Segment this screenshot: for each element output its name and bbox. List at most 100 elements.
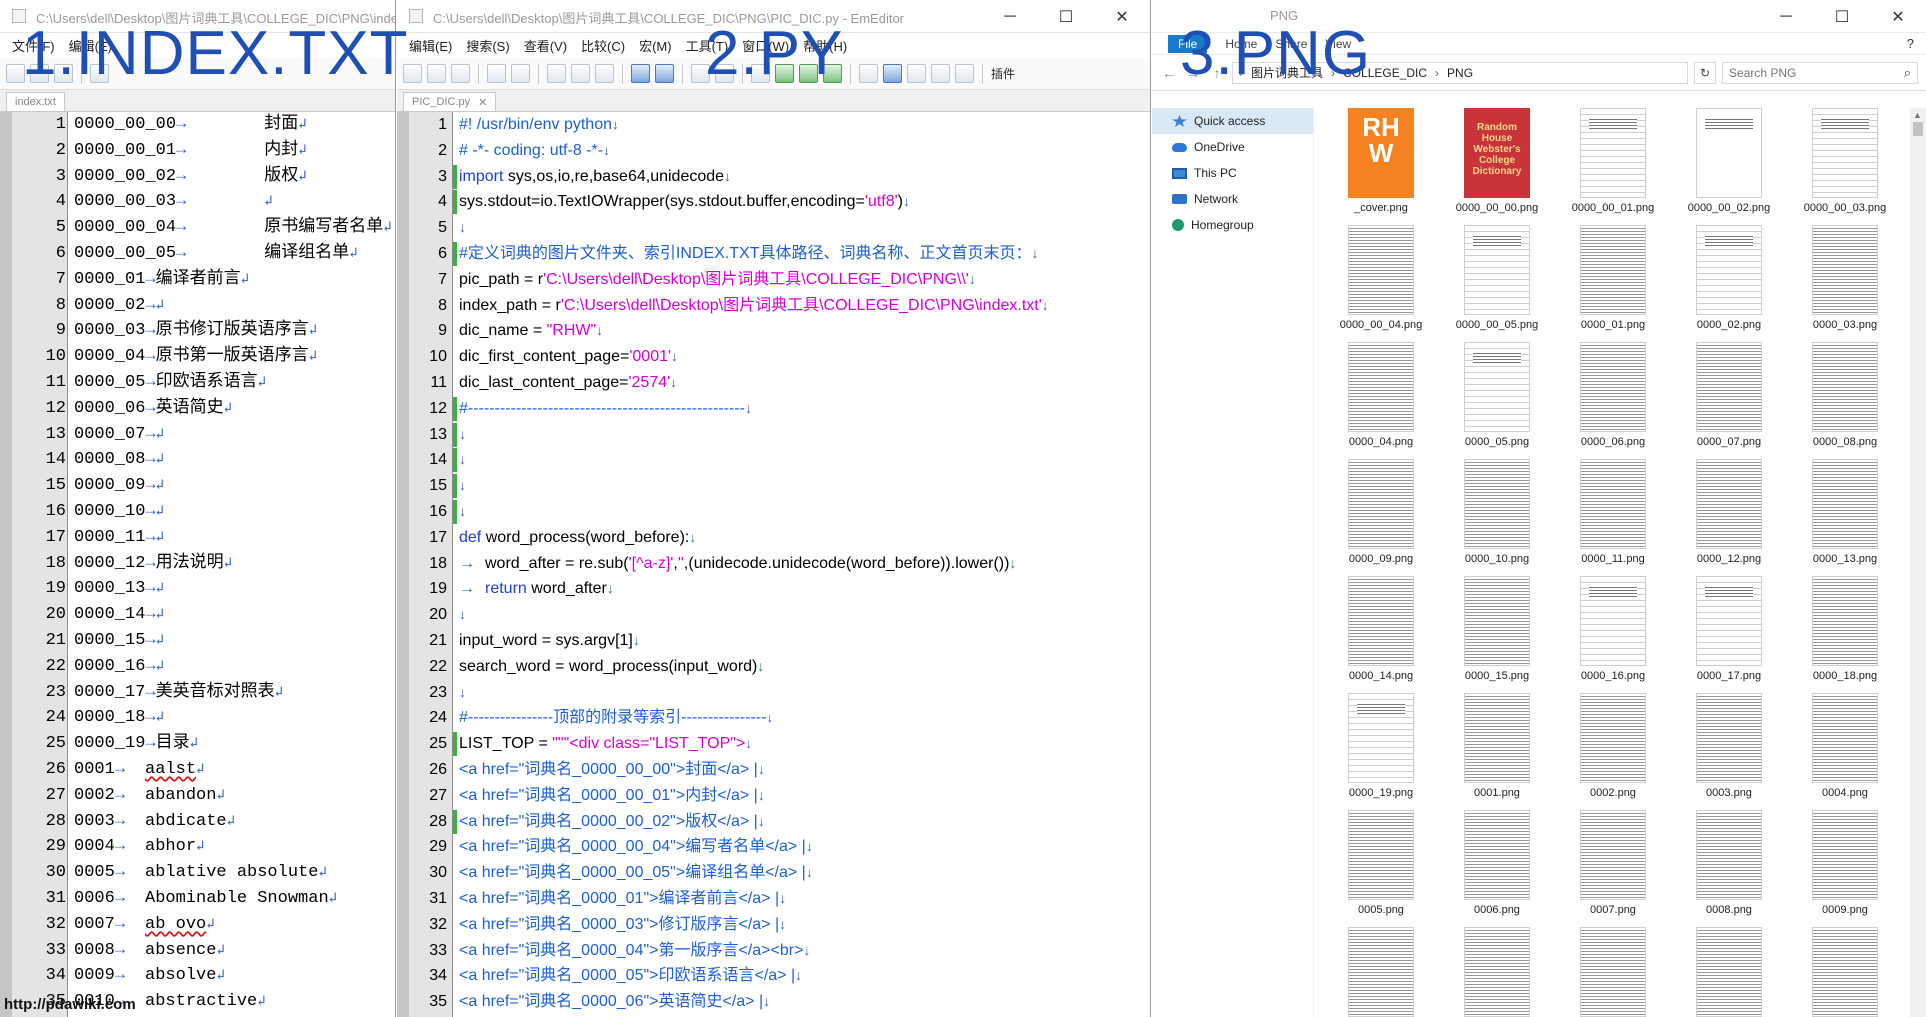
- print-icon[interactable]: [90, 64, 109, 83]
- ribbon-tab[interactable]: Share: [1275, 37, 1307, 51]
- breadcrumb-item[interactable]: COLLEGE_DIC: [1343, 66, 1427, 80]
- file-item[interactable]: 0002.png: [1555, 693, 1671, 810]
- ribbon-tab[interactable]: File: [1168, 34, 1208, 53]
- file-item[interactable]: 0005.png: [1323, 810, 1439, 927]
- print-icon[interactable]: [487, 64, 506, 83]
- breadcrumb-item[interactable]: PNG: [1447, 66, 1473, 80]
- file-item[interactable]: [1671, 927, 1787, 1017]
- minimize-icon[interactable]: ─: [982, 0, 1038, 32]
- nav-item[interactable]: Homegroup: [1152, 212, 1313, 238]
- file-item[interactable]: 0000_12.png: [1671, 459, 1787, 576]
- menu-item[interactable]: 比较(C): [581, 36, 625, 55]
- file-item[interactable]: 0000_00_02.png: [1671, 108, 1787, 225]
- macro-icon[interactable]: [859, 64, 878, 83]
- tools-icon[interactable]: [931, 64, 950, 83]
- menu-item[interactable]: 帮助(H): [803, 36, 847, 55]
- nav-item[interactable]: Network: [1152, 186, 1313, 212]
- ribbon-tab[interactable]: View: [1325, 37, 1351, 51]
- print-preview-icon[interactable]: [511, 64, 530, 83]
- file-item[interactable]: 0000_01.png: [1555, 225, 1671, 342]
- save-icon[interactable]: [451, 64, 470, 83]
- file-item[interactable]: 0000_03.png: [1787, 225, 1903, 342]
- file-item[interactable]: 0000_02.png: [1671, 225, 1787, 342]
- find-icon[interactable]: [691, 64, 710, 83]
- file-item[interactable]: 0000_06.png: [1555, 342, 1671, 459]
- open-icon[interactable]: [427, 64, 446, 83]
- menu-item[interactable]: 窗口(W): [742, 36, 789, 55]
- file-item[interactable]: 0000_00_01.png: [1555, 108, 1671, 225]
- save-icon[interactable]: [54, 64, 73, 83]
- compare-icon[interactable]: [775, 64, 794, 83]
- replace-icon[interactable]: [715, 64, 734, 83]
- file-item[interactable]: 0000_11.png: [1555, 459, 1671, 576]
- file-item[interactable]: [1555, 927, 1671, 1017]
- file-item[interactable]: 0000_05.png: [1439, 342, 1555, 459]
- close-icon[interactable]: ✕: [1870, 0, 1926, 33]
- menu-edit[interactable]: 编辑(E): [69, 36, 112, 55]
- nav-item[interactable]: Quick access: [1152, 108, 1313, 134]
- file-item[interactable]: Random House Webster's College Dictionar…: [1439, 108, 1555, 225]
- file-item[interactable]: 0000_00_03.png: [1787, 108, 1903, 225]
- text-editor[interactable]: 1 0000_00_00→ 封面↲ 2 0000_00_01→ 内封↲ 3 0000_00_0…: [0, 112, 395, 1017]
- file-item[interactable]: 0003.png: [1671, 693, 1787, 810]
- file-item[interactable]: 0000_17.png: [1671, 576, 1787, 693]
- new-icon[interactable]: [403, 64, 422, 83]
- file-item[interactable]: 0000_00_04.png: [1323, 225, 1439, 342]
- new-icon[interactable]: [6, 64, 25, 83]
- up-icon[interactable]: ↑: [1208, 65, 1226, 81]
- vertical-scrollbar[interactable]: ▲: [1910, 108, 1926, 1017]
- file-item[interactable]: 0001.png: [1439, 693, 1555, 810]
- file-item[interactable]: 0004.png: [1787, 693, 1903, 810]
- view-icon[interactable]: [751, 64, 770, 83]
- file-item[interactable]: 0000_04.png: [1323, 342, 1439, 459]
- back-icon[interactable]: ←: [1160, 65, 1178, 81]
- file-item[interactable]: 0000_09.png: [1323, 459, 1439, 576]
- file-item[interactable]: 0000_19.png: [1323, 693, 1439, 810]
- help-icon[interactable]: ?: [1907, 36, 1914, 51]
- menu-item[interactable]: 搜索(S): [466, 36, 509, 55]
- file-item[interactable]: [1323, 927, 1439, 1017]
- breadcrumb-item[interactable]: 图片词典工具: [1251, 64, 1323, 81]
- sync-icon[interactable]: [799, 64, 818, 83]
- file-item[interactable]: [1787, 927, 1903, 1017]
- file-item[interactable]: 0000_08.png: [1787, 342, 1903, 459]
- file-item[interactable]: 0000_18.png: [1787, 576, 1903, 693]
- file-item[interactable]: 0008.png: [1671, 810, 1787, 927]
- plugins-label[interactable]: 插件: [991, 65, 1015, 82]
- file-item[interactable]: 0000_15.png: [1439, 576, 1555, 693]
- chart-icon[interactable]: [955, 64, 974, 83]
- file-item[interactable]: 0006.png: [1439, 810, 1555, 927]
- open-icon[interactable]: [30, 64, 49, 83]
- refresh-icon[interactable]: ↻: [1694, 61, 1716, 84]
- file-item[interactable]: [1439, 927, 1555, 1017]
- maximize-icon[interactable]: ☐: [1038, 0, 1094, 32]
- tab-close-icon[interactable]: ✕: [478, 96, 487, 109]
- close-icon[interactable]: ✕: [1094, 0, 1150, 32]
- record-icon[interactable]: [883, 64, 902, 83]
- code-editor[interactable]: 1 #! /usr/bin/env python↓ 2 # -*- coding: u…: [397, 112, 1150, 1017]
- menu-item[interactable]: 宏(M): [639, 36, 672, 55]
- tab-pic-dic-py[interactable]: PIC_DIC.py ✕: [403, 92, 497, 111]
- scroll-thumb[interactable]: [1913, 122, 1923, 136]
- menu-item[interactable]: 查看(V): [524, 36, 567, 55]
- forward-icon[interactable]: →: [1184, 65, 1202, 81]
- file-item[interactable]: 0000_00_05.png: [1439, 225, 1555, 342]
- menu-item[interactable]: 编辑(E): [409, 36, 452, 55]
- copy-icon[interactable]: [571, 64, 590, 83]
- file-item[interactable]: 0000_07.png: [1671, 342, 1787, 459]
- address-bar[interactable]: › 图片词典工具 › COLLEGE_DIC › PNG: [1232, 61, 1688, 84]
- file-item[interactable]: 0000_13.png: [1787, 459, 1903, 576]
- paste-icon[interactable]: [595, 64, 614, 83]
- file-item[interactable]: 0009.png: [1787, 810, 1903, 927]
- menu-item[interactable]: 工具(T): [686, 36, 729, 55]
- undo-icon[interactable]: [631, 64, 650, 83]
- tab-index-txt[interactable]: index.txt: [6, 92, 65, 111]
- nav-item[interactable]: OneDrive: [1152, 134, 1313, 160]
- minimize-icon[interactable]: ─: [1758, 0, 1814, 33]
- search-input[interactable]: Search PNG ⌕: [1722, 61, 1918, 84]
- file-item[interactable]: 0000_14.png: [1323, 576, 1439, 693]
- nav-item[interactable]: This PC: [1152, 160, 1313, 186]
- run-macro-icon[interactable]: [907, 64, 926, 83]
- file-item[interactable]: 0000_10.png: [1439, 459, 1555, 576]
- maximize-icon[interactable]: ☐: [1814, 0, 1870, 33]
